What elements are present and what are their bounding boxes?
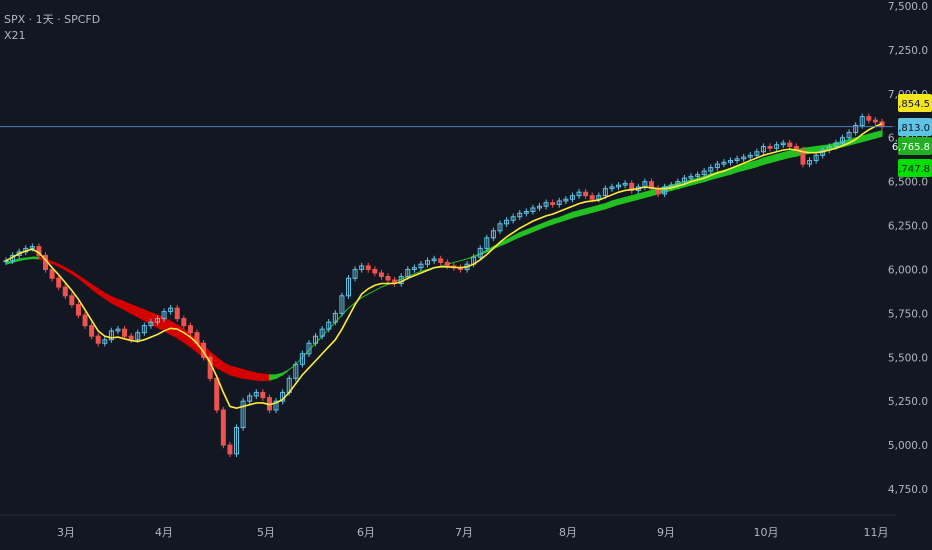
band-segment — [762, 155, 771, 166]
price-label-text: 6,747.8 — [892, 164, 930, 175]
band-segment — [644, 189, 652, 199]
band-segment — [618, 196, 626, 206]
x-tick-label: 5月 — [257, 526, 275, 539]
band-segment — [776, 152, 784, 162]
y-tick-label: 5,750.0 — [888, 308, 928, 320]
candle-body — [444, 261, 450, 267]
candle-body — [589, 195, 595, 200]
candle-body — [89, 325, 95, 337]
candle-body — [128, 335, 134, 341]
candle-body — [49, 268, 55, 279]
candle-body — [583, 191, 589, 197]
band-segment — [861, 133, 870, 143]
candle-body — [62, 286, 68, 297]
indicator-label[interactable]: X21 — [4, 28, 100, 44]
band-segment — [585, 206, 593, 215]
candle-body — [75, 304, 81, 316]
price-label-text: 6,765.8 — [892, 142, 930, 153]
y-tick-label: 4,750.0 — [888, 484, 928, 496]
band-segment — [749, 159, 758, 170]
candle-body — [872, 119, 878, 123]
band-segment — [242, 368, 251, 380]
y-tick-label: 6,250.0 — [888, 221, 928, 233]
price-chart[interactable]: 7,500.07,250.07,000.06,750.06,500.06,250… — [0, 0, 932, 550]
band-segment — [31, 256, 40, 260]
x-tick-label: 6月 — [357, 526, 375, 539]
band-segment — [789, 149, 797, 159]
candle-body — [214, 377, 220, 411]
band-segment — [262, 373, 270, 381]
band-segment — [769, 153, 778, 164]
candle-body — [866, 116, 872, 121]
x-tick-label: 11月 — [864, 526, 889, 539]
band-segment — [249, 370, 257, 381]
candle-body — [187, 325, 193, 334]
band-segment — [578, 208, 587, 217]
candle-body — [227, 444, 233, 455]
candle-body — [69, 295, 75, 306]
y-tick-label: 7,250.0 — [888, 45, 928, 57]
candle-body — [385, 275, 391, 281]
band-segment — [624, 195, 633, 204]
price-label-text: 6,854.5 — [892, 99, 930, 110]
y-tick-label: 7,500.0 — [888, 1, 928, 13]
candle-body — [220, 409, 226, 446]
band-segment — [598, 202, 606, 212]
band-segment — [874, 130, 883, 139]
x-tick-label: 3月 — [57, 526, 75, 539]
band-segment — [782, 150, 791, 160]
candle-body — [365, 265, 371, 270]
band-segment — [631, 193, 639, 202]
band-segment — [25, 256, 33, 260]
y-tick-label: 5,500.0 — [888, 352, 928, 364]
y-tick-label: 6,500.0 — [888, 177, 928, 189]
x-tick-label: 8月 — [559, 526, 577, 539]
band-segment — [236, 367, 244, 379]
candle-body — [181, 318, 187, 327]
band-segment — [637, 191, 646, 200]
candle-body — [550, 202, 556, 205]
candle-body — [122, 328, 128, 337]
band-segment — [229, 365, 238, 378]
band-segment — [255, 372, 264, 381]
candle-body — [378, 272, 384, 277]
x-tick-label: 4月 — [155, 526, 173, 539]
band-segment — [571, 209, 580, 219]
candle-body — [56, 277, 62, 288]
candle-body — [372, 268, 378, 274]
x-tick-label: 9月 — [657, 526, 675, 539]
band-segment — [591, 204, 600, 214]
symbol-line[interactable]: SPX · 1天 · SPCFD — [4, 12, 100, 28]
candle-body — [787, 142, 793, 148]
chart-background — [0, 0, 932, 550]
candle-body — [82, 314, 88, 327]
candle-body — [174, 307, 180, 320]
x-tick-label: 7月 — [455, 526, 473, 539]
y-tick-label: 6,000.0 — [888, 264, 928, 276]
candle-body — [438, 258, 444, 263]
y-tick-label: 5,000.0 — [888, 440, 928, 452]
price-label-text: 6,813.0 — [892, 123, 930, 134]
candle-body — [260, 391, 266, 399]
y-tick-label: 5,250.0 — [888, 396, 928, 408]
candle-body — [767, 146, 773, 149]
band-segment — [868, 131, 876, 141]
band-segment — [163, 316, 172, 336]
x-tick-label: 10月 — [754, 526, 779, 539]
candle-body — [95, 335, 101, 344]
chart-legend: SPX · 1天 · SPCFD X21 — [4, 12, 100, 44]
